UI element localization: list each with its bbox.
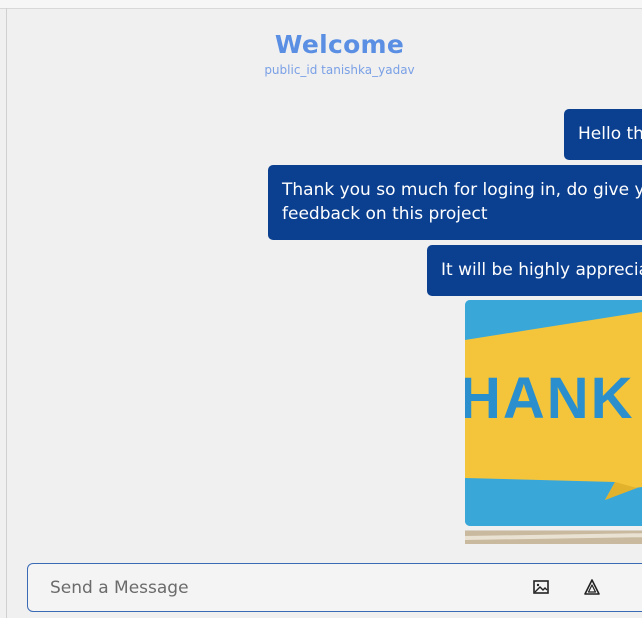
- message-bubble: Thank you so much for loging in, do give…: [268, 165, 642, 240]
- message-text: It will be highly apprecia: [441, 260, 642, 280]
- thank-you-image: HANK Y: [465, 300, 642, 526]
- message-list[interactable]: Hello th Thank you so much for loging in…: [0, 0, 642, 560]
- image-message[interactable]: HANK Y: [465, 300, 642, 526]
- message-bubble: It will be highly apprecia: [427, 245, 642, 296]
- wood-image: [465, 531, 642, 544]
- message-composer: [27, 563, 642, 612]
- image-lettering: HANK Y: [465, 366, 642, 431]
- message-text: Hello th: [578, 124, 642, 144]
- message-text-line2: feedback on this project: [282, 204, 488, 224]
- send-icon[interactable]: [583, 578, 603, 598]
- message-input[interactable]: [50, 575, 470, 601]
- message-text: Thank you so much for loging in, do give…: [282, 180, 642, 200]
- image-message-partial: [465, 530, 642, 544]
- image-icon[interactable]: [532, 578, 552, 598]
- message-bubble: Hello th: [564, 109, 642, 160]
